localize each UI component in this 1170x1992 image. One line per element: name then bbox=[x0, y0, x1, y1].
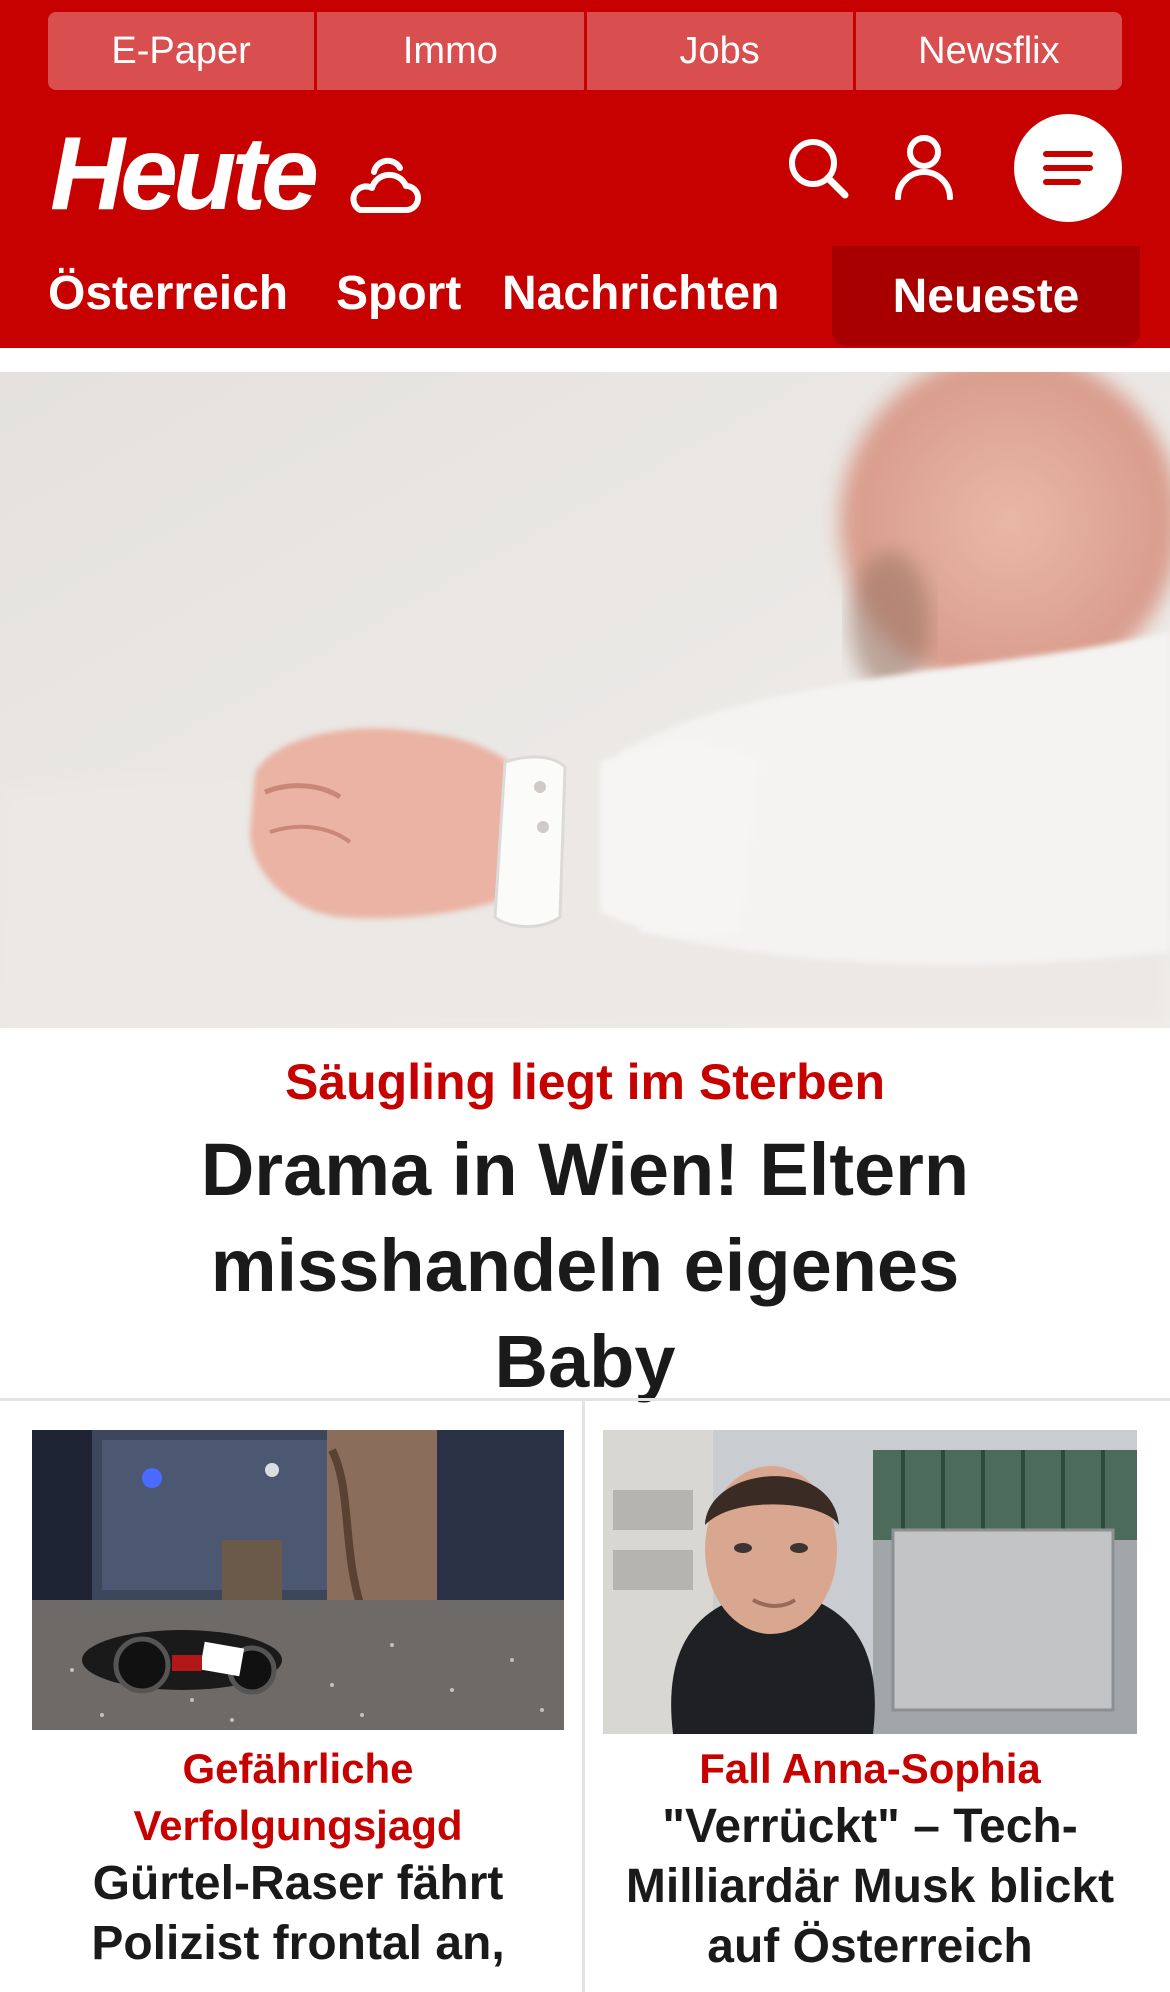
top-link-immo[interactable]: Immo bbox=[317, 12, 587, 90]
article-title[interactable]: Gürtel-Raser fährt Polizist frontal an, bbox=[32, 1854, 564, 1974]
article-text-left[interactable]: Gefährliche Verfolgungsjagd Gürtel-Raser… bbox=[32, 1740, 564, 1974]
site-logo[interactable]: Heute bbox=[50, 122, 319, 226]
section-divider bbox=[0, 1398, 1170, 1401]
menu-button[interactable] bbox=[1014, 114, 1122, 222]
article-kicker[interactable]: Gefährliche Verfolgungsjagd bbox=[32, 1740, 564, 1854]
nav-item-oesterreich[interactable]: Österreich bbox=[48, 266, 288, 322]
article-text-right[interactable]: Fall Anna-Sophia "Verrückt" – Tech-Milli… bbox=[603, 1740, 1137, 1977]
article-title[interactable]: "Verrückt" – Tech-Milliardär Musk blickt… bbox=[603, 1797, 1137, 1977]
nav-item-nachrichten[interactable]: Nachrichten bbox=[502, 266, 779, 322]
search-icon[interactable] bbox=[786, 136, 850, 200]
site-header: E-Paper Immo Jobs Newsflix Heute Österre… bbox=[0, 0, 1170, 348]
column-divider bbox=[582, 1400, 585, 1992]
hero-headline[interactable]: Drama in Wien! Eltern misshandeln eigene… bbox=[0, 1122, 1170, 1410]
top-link-jobs[interactable]: Jobs bbox=[586, 12, 856, 90]
hero-image[interactable] bbox=[0, 372, 1170, 1028]
user-icon[interactable] bbox=[894, 134, 954, 200]
cloud-sun-icon[interactable] bbox=[344, 150, 424, 220]
top-link-newsflix[interactable]: Newsflix bbox=[855, 12, 1122, 90]
top-link-epaper[interactable]: E-Paper bbox=[48, 12, 318, 90]
hero-kicker[interactable]: Säugling liegt im Sterben bbox=[0, 1050, 1170, 1114]
main-navigation: Österreich Sport Nachrichten Neueste bbox=[0, 246, 1170, 346]
article-image-court[interactable] bbox=[603, 1430, 1137, 1734]
top-links-bar: E-Paper Immo Jobs Newsflix bbox=[48, 12, 1122, 90]
article-kicker[interactable]: Fall Anna-Sophia bbox=[603, 1740, 1137, 1797]
hamburger-menu-icon bbox=[1043, 151, 1093, 185]
nav-item-neueste[interactable]: Neueste bbox=[832, 246, 1140, 346]
nav-item-sport[interactable]: Sport bbox=[336, 266, 461, 322]
article-image-crash[interactable] bbox=[32, 1430, 564, 1730]
hero-article[interactable]: Säugling liegt im Sterben Drama in Wien!… bbox=[0, 1050, 1170, 1410]
